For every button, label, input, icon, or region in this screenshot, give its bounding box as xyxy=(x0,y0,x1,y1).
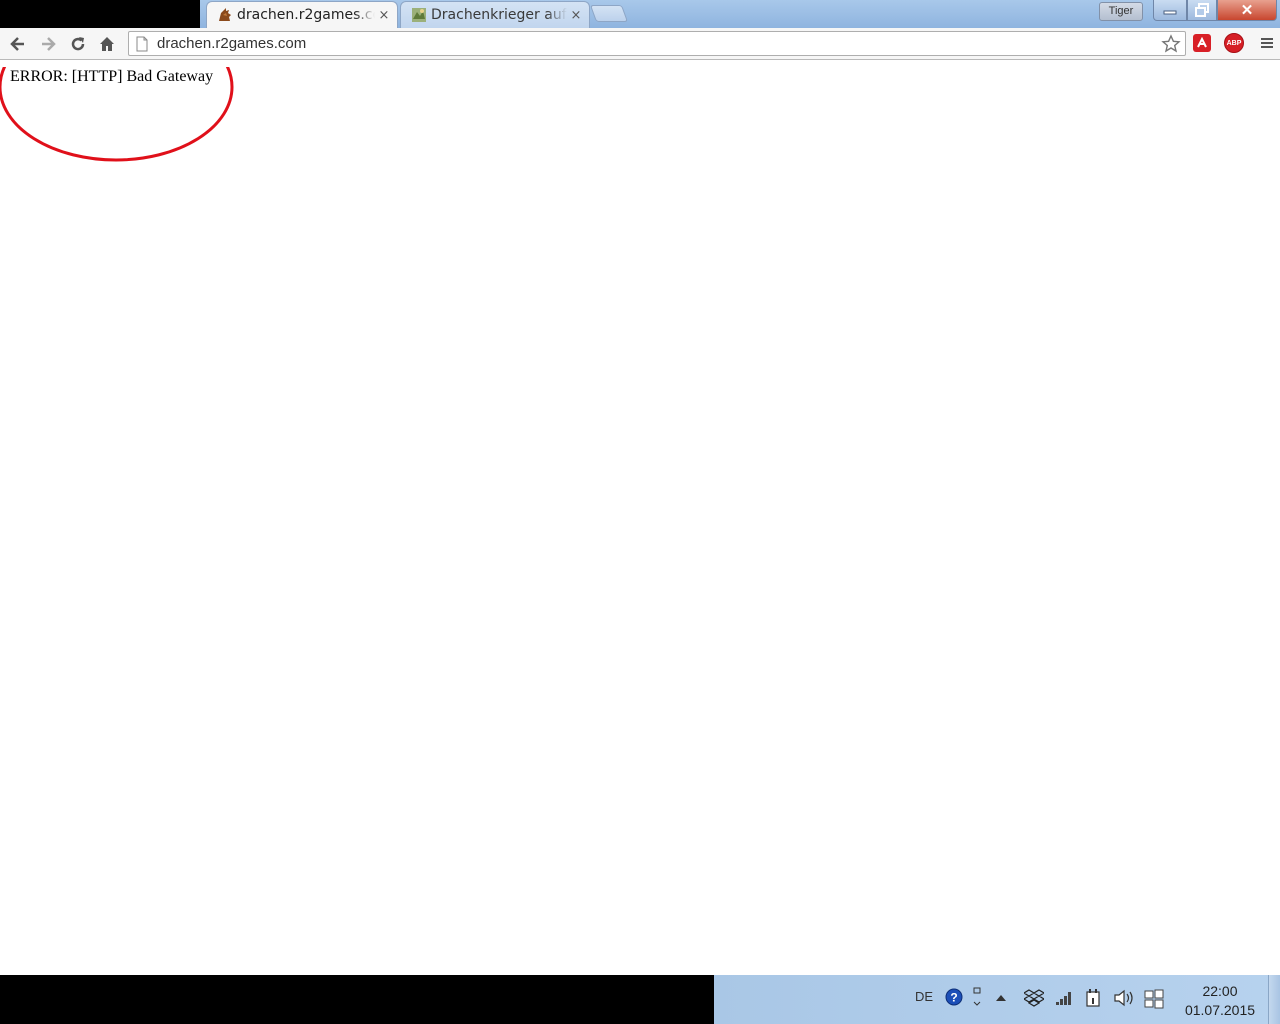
url-text: drachen.r2games.com xyxy=(157,35,307,52)
back-button[interactable] xyxy=(6,32,30,56)
reload-button[interactable] xyxy=(66,32,90,56)
avira-extension-button[interactable] xyxy=(1191,32,1213,54)
bookmark-star-icon[interactable] xyxy=(1161,33,1181,54)
help-tray-button[interactable]: ? xyxy=(944,987,964,1007)
forward-arrow-icon xyxy=(42,37,56,51)
new-tab-button[interactable] xyxy=(589,5,629,22)
forward-button[interactable] xyxy=(36,32,60,56)
dropbox-icon xyxy=(1024,989,1044,1007)
tab-close-icon[interactable]: × xyxy=(567,8,585,23)
tab-title: drachen.r2games.com xyxy=(237,7,375,23)
help-icon: ? xyxy=(945,988,963,1006)
tab-drachenkrieger[interactable]: Drachenkrieger auf F × xyxy=(400,1,590,28)
restore-button[interactable] xyxy=(1187,0,1217,21)
dropbox-tray-button[interactable] xyxy=(1024,988,1044,1008)
restore-down-small-icon xyxy=(973,987,981,1006)
game-favicon-icon xyxy=(412,8,426,22)
address-bar[interactable]: drachen.r2games.com xyxy=(128,31,1186,56)
browser-toolbar: drachen.r2games.com ABP xyxy=(0,28,1280,60)
menu-button[interactable] xyxy=(1256,32,1278,54)
show-desktop-button[interactable] xyxy=(1268,975,1280,1024)
svg-text:?: ? xyxy=(950,991,957,1005)
language-options-button[interactable] xyxy=(970,985,984,1009)
window-titlebar: drachen.r2games.com × Drachenkrieger auf… xyxy=(0,0,1280,28)
home-button[interactable] xyxy=(95,32,119,56)
error-message: ERROR: [HTTP] Bad Gateway xyxy=(10,68,214,85)
window-close-button[interactable]: ✕ xyxy=(1217,0,1277,21)
tab-drachen-r2games[interactable]: drachen.r2games.com × xyxy=(206,1,398,28)
tab-close-icon[interactable]: × xyxy=(375,8,393,23)
titlebar-redacted-area xyxy=(0,0,200,28)
hamburger-menu-icon xyxy=(1261,38,1273,48)
power-plug-icon xyxy=(1086,989,1100,1007)
restore-icon xyxy=(1195,3,1209,17)
adblock-plus-button[interactable]: ABP xyxy=(1223,32,1245,54)
language-indicator[interactable]: DE xyxy=(915,989,933,1004)
windows-taskbar: DE ? 22:00 01.07.2015 xyxy=(0,975,1280,1024)
close-icon: ✕ xyxy=(1240,2,1254,19)
profile-badge[interactable]: Tiger xyxy=(1099,2,1143,21)
home-icon xyxy=(100,37,114,51)
adblock-plus-icon: ABP xyxy=(1224,33,1244,53)
dragon-favicon-icon xyxy=(219,8,231,21)
back-arrow-icon xyxy=(10,37,24,51)
chevron-up-icon xyxy=(996,995,1006,1001)
minimize-icon xyxy=(1163,10,1177,15)
avira-icon xyxy=(1193,34,1211,52)
clock-date: 01.07.2015 xyxy=(1184,1002,1256,1018)
reload-icon xyxy=(71,37,85,51)
power-tray-button[interactable] xyxy=(1083,987,1103,1009)
tab-title: Drachenkrieger auf F xyxy=(431,7,567,23)
minimize-button[interactable] xyxy=(1153,0,1187,21)
taskbar-clock[interactable]: 22:00 01.07.2015 xyxy=(1180,982,1260,1020)
show-hidden-icons-button[interactable] xyxy=(994,991,1008,1005)
page-icon xyxy=(136,36,148,51)
page-content: ERROR: [HTTP] Bad Gateway xyxy=(0,61,1280,975)
action-center-tray-button[interactable] xyxy=(1143,988,1165,1010)
windows-flag-icon xyxy=(1144,989,1164,1009)
network-tray-button[interactable] xyxy=(1054,989,1074,1007)
volume-tray-button[interactable] xyxy=(1113,988,1135,1008)
clock-time: 22:00 xyxy=(1202,983,1238,999)
speaker-icon xyxy=(1114,989,1133,1007)
signal-bars-icon xyxy=(1056,992,1071,1005)
